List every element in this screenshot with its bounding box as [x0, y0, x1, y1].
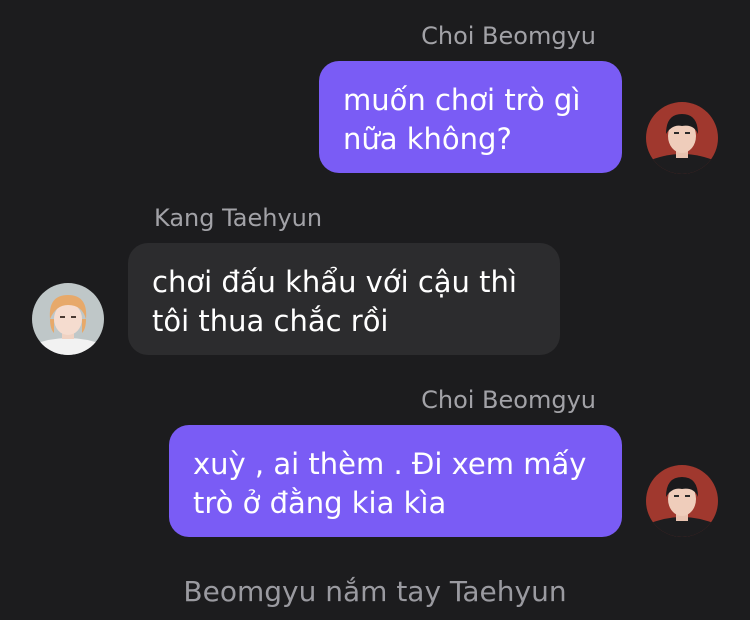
- avatar-taehyun[interactable]: [32, 283, 104, 355]
- message-bubble-incoming[interactable]: chơi đấu khẩu với cậu thì tôi thua chắc …: [128, 243, 560, 355]
- system-message: Beomgyu nắm tay Taehyun: [183, 575, 567, 608]
- message-bubble-outgoing[interactable]: muốn chơi trò gì nữa không?: [319, 61, 622, 173]
- message-bubble-outgoing[interactable]: xuỳ , ai thèm . Đi xem mấy trò ở đằng ki…: [169, 425, 622, 537]
- avatar-beomgyu[interactable]: [646, 465, 718, 537]
- sender-name: Kang Taehyun: [154, 204, 323, 232]
- sender-name: Choi Beomgyu: [421, 22, 596, 50]
- avatar-beomgyu[interactable]: [646, 102, 718, 174]
- sender-name: Choi Beomgyu: [421, 386, 596, 414]
